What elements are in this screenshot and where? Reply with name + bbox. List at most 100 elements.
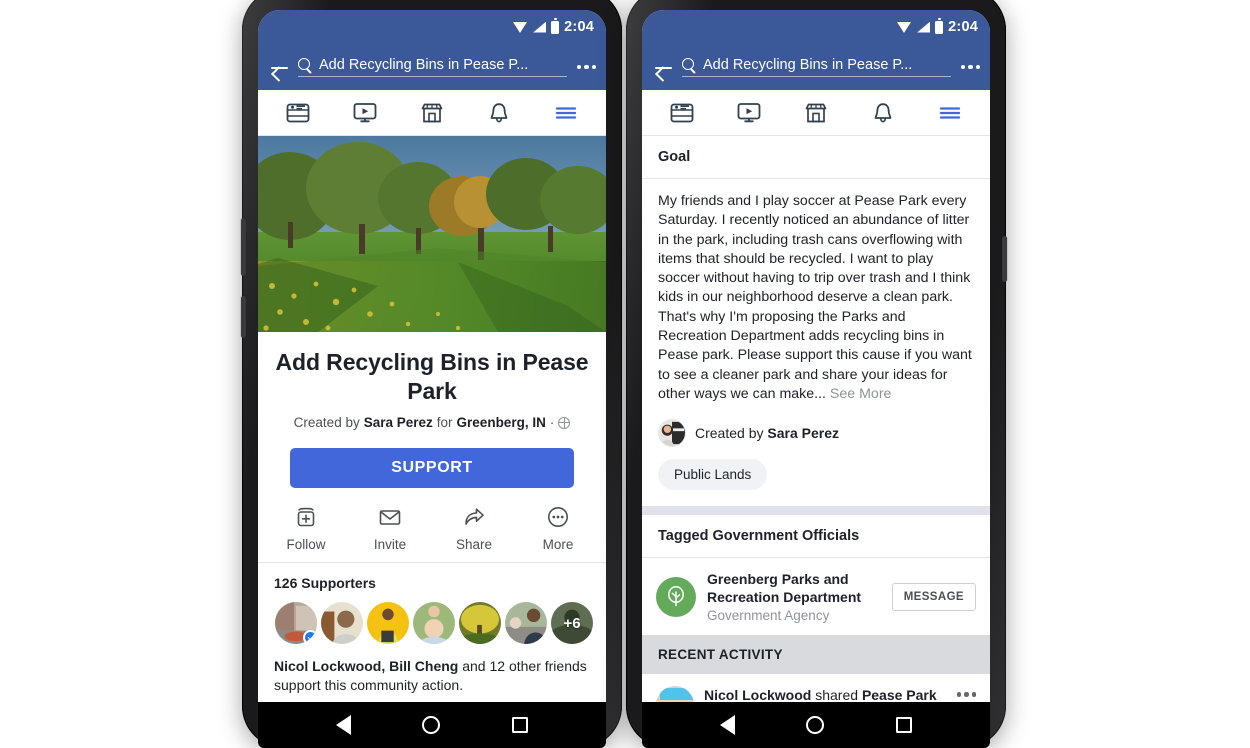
share-button[interactable]: Share <box>432 504 516 552</box>
back-triangle-icon[interactable] <box>719 715 735 735</box>
android-nav-bar <box>258 702 606 748</box>
section-divider <box>642 506 990 516</box>
tab-notifications[interactable] <box>863 98 903 128</box>
status-time: 2:04 <box>948 19 978 35</box>
goal-body: My friends and I play soccer at Pease Pa… <box>642 179 990 408</box>
tab-news-feed[interactable] <box>662 98 702 128</box>
avatar-overflow[interactable]: +6 <box>550 601 594 645</box>
search-input-value: Add Recycling Bins in Pease P... <box>703 57 913 73</box>
avatar-overflow-count: +6 <box>563 614 581 632</box>
avatar[interactable] <box>274 601 318 645</box>
invite-button[interactable]: Invite <box>348 504 432 552</box>
content-scroll-right[interactable]: Goal My friends and I play soccer at Pea… <box>642 136 990 702</box>
news-feed-icon <box>286 103 309 122</box>
overflow-menu-icon[interactable] <box>575 64 596 70</box>
supporters-names: Nicol Lockwood, Bill Cheng <box>274 658 459 674</box>
supporter-avatars: +6 <box>274 601 594 645</box>
signal-icon <box>917 21 931 33</box>
hero-park-photo <box>258 136 606 332</box>
recents-square-icon[interactable] <box>512 717 529 733</box>
action-title-block: Add Recycling Bins in Pease Park Created… <box>258 332 606 488</box>
tab-watch[interactable] <box>729 98 769 128</box>
official-subtitle: Government Agency <box>707 608 830 624</box>
page-subtitle: Created by Sara Perez for Greenberg, IN … <box>274 415 590 430</box>
search-input-value: Add Recycling Bins in Pease P... <box>319 57 529 73</box>
search-input[interactable]: Add Recycling Bins in Pease P... <box>682 57 951 77</box>
tab-watch[interactable] <box>345 98 385 128</box>
phone-device-left: 2:04 Add Recycling Bins in Pease P... Ad… <box>241 0 622 748</box>
creator-row[interactable]: Created by Sara Perez <box>642 408 990 448</box>
recents-square-icon[interactable] <box>896 717 913 733</box>
battery-icon <box>935 18 944 34</box>
video-play-icon <box>353 102 377 122</box>
created-by-prefix: Created by <box>293 415 360 430</box>
post-overflow-menu-icon[interactable] <box>956 686 976 697</box>
home-circle-icon[interactable] <box>422 716 441 734</box>
tagged-officials-card: Tagged Government Officials Greenberg Pa… <box>642 515 990 636</box>
more-button[interactable]: More <box>516 504 600 552</box>
follow-label: Follow <box>286 537 326 552</box>
back-triangle-icon[interactable] <box>335 715 351 735</box>
avatar[interactable] <box>412 601 456 645</box>
follow-button[interactable]: Follow <box>264 504 348 552</box>
volume-button[interactable] <box>241 218 246 276</box>
see-more-link[interactable]: See More <box>830 386 892 402</box>
tab-notifications[interactable] <box>479 98 519 128</box>
goal-text: My friends and I play soccer at Pease Pa… <box>658 193 972 402</box>
screenshot-stage: 2:04 Add Recycling Bins in Pease P... Ad… <box>0 0 1250 748</box>
app-header: Add Recycling Bins in Pease P... <box>258 44 606 90</box>
status-bar: 2:04 <box>258 10 606 44</box>
tab-marketplace[interactable] <box>412 98 452 128</box>
power-button[interactable] <box>1002 236 1007 282</box>
overflow-menu-icon[interactable] <box>959 64 980 70</box>
avatar[interactable] <box>458 601 502 645</box>
phone-screen-right: 2:04 Add Recycling Bins in Pease P... Go… <box>642 10 990 748</box>
for-label: for <box>436 415 453 430</box>
android-nav-bar <box>642 702 990 748</box>
post-author[interactable]: Nicol Lockwood <box>704 687 811 702</box>
back-arrow-icon[interactable] <box>268 56 290 78</box>
support-button[interactable]: SUPPORT <box>290 448 574 488</box>
official-info: Greenberg Parks and Recreation Departmen… <box>707 570 881 623</box>
share-arrow-icon <box>465 508 484 525</box>
creator-name[interactable]: Sara Perez <box>364 415 433 430</box>
action-bar: Follow Invite Share More <box>258 488 606 563</box>
supporters-count: 126 Supporters <box>274 575 376 591</box>
goal-card: Goal My friends and I play soccer at Pea… <box>642 136 990 507</box>
creator-name[interactable]: Sara Perez <box>767 425 839 441</box>
message-button[interactable]: MESSAGE <box>891 582 976 611</box>
verified-badge-icon <box>303 630 317 644</box>
avatar[interactable] <box>656 686 694 702</box>
home-circle-icon[interactable] <box>806 716 825 734</box>
tab-marketplace[interactable] <box>796 98 836 128</box>
avatar[interactable] <box>366 601 410 645</box>
app-header: Add Recycling Bins in Pease P... <box>642 44 990 90</box>
location-name[interactable]: Greenberg, IN <box>457 415 546 430</box>
storefront-icon <box>421 103 443 122</box>
phone-screen-left: 2:04 Add Recycling Bins in Pease P... Ad… <box>258 10 606 748</box>
created-by-prefix: Created by <box>695 425 764 442</box>
power-button[interactable] <box>241 296 246 338</box>
search-input[interactable]: Add Recycling Bins in Pease P... <box>298 57 567 77</box>
globe-icon <box>558 416 571 429</box>
content-scroll-left[interactable]: Add Recycling Bins in Pease Park Created… <box>258 136 606 702</box>
avatar[interactable] <box>504 601 548 645</box>
tab-menu[interactable] <box>546 98 586 128</box>
tab-news-feed[interactable] <box>278 98 318 128</box>
official-row[interactable]: Greenberg Parks and Recreation Departmen… <box>642 558 990 635</box>
back-arrow-icon[interactable] <box>652 56 674 78</box>
bell-icon <box>490 102 508 122</box>
separator-dot: · <box>549 415 555 430</box>
official-name: Greenberg Parks and Recreation Departmen… <box>707 571 862 606</box>
avatar[interactable] <box>320 601 364 645</box>
topic-chip-public-lands[interactable]: Public Lands <box>658 459 768 491</box>
tab-menu[interactable] <box>930 98 970 128</box>
post-action: shared <box>811 687 862 702</box>
news-feed-icon <box>670 103 693 122</box>
search-icon <box>298 58 312 72</box>
search-icon <box>682 58 696 72</box>
activity-post: Nicol Lockwood shared Pease Park Clean-U… <box>642 674 990 702</box>
invite-label: Invite <box>373 537 407 552</box>
hamburger-menu-icon <box>940 106 961 119</box>
post-header: Nicol Lockwood shared Pease Park Clean-U… <box>656 686 976 702</box>
